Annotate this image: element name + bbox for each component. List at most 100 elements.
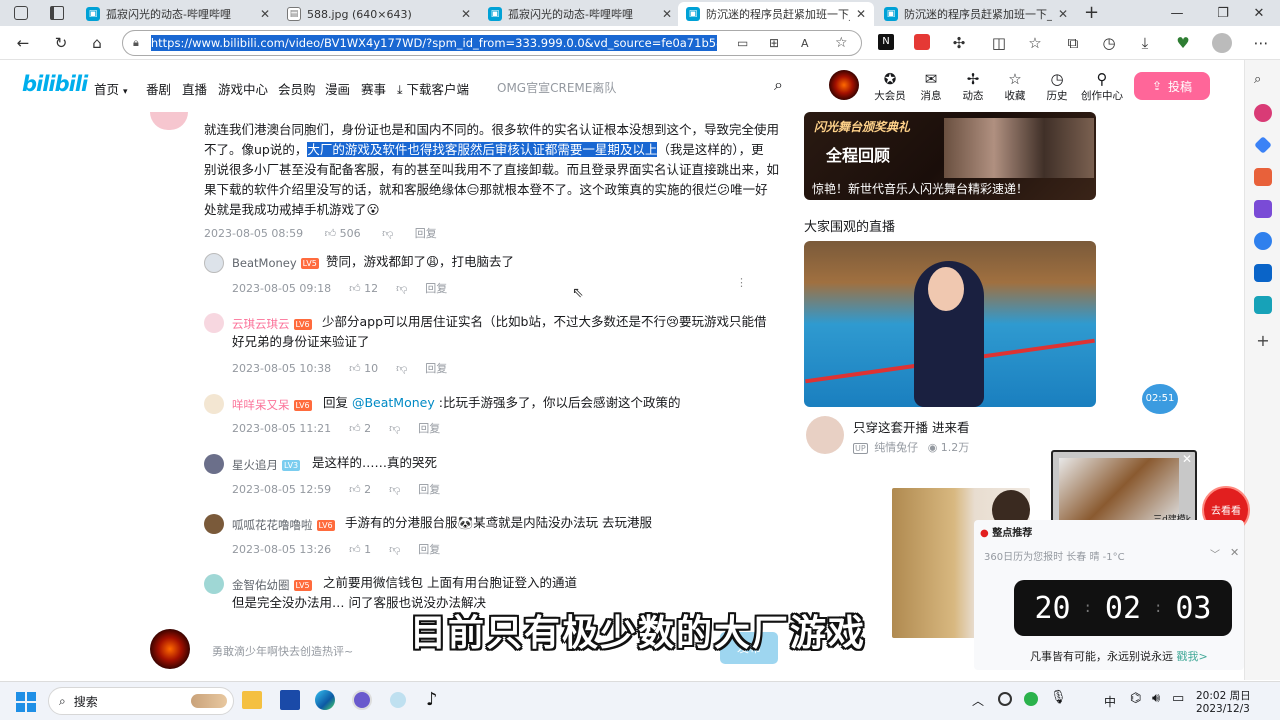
- reply-button[interactable]: 回复: [415, 227, 437, 240]
- browser-tab[interactable]: ▣ 孤寂闪光的动态-哔哩哔哩 ✕: [480, 2, 680, 26]
- nav-manga[interactable]: 漫画: [325, 79, 350, 98]
- reader-icon[interactable]: ▭: [737, 36, 748, 50]
- minimize-icon[interactable]: —: [1154, 0, 1200, 26]
- streamer-avatar[interactable]: [806, 416, 844, 454]
- close-window-icon[interactable]: ✕: [1236, 0, 1280, 26]
- network-icon[interactable]: ⌬: [1130, 691, 1141, 706]
- messages-entry[interactable]: ✉ 消息: [911, 70, 951, 103]
- my-avatar[interactable]: [150, 629, 190, 669]
- back-icon[interactable]: ←: [12, 33, 34, 53]
- m365-icon[interactable]: [1254, 232, 1272, 250]
- app-icon[interactable]: ⊞: [769, 36, 779, 50]
- bilibili-logo[interactable]: bilibili: [22, 72, 88, 96]
- refresh-icon[interactable]: ↻: [50, 33, 72, 53]
- dislike-icon[interactable]: 👎︎: [389, 543, 400, 556]
- file-explorer-icon[interactable]: [242, 691, 262, 709]
- dislike-icon[interactable]: 👎︎: [389, 483, 400, 496]
- read-aloud-icon[interactable]: A: [801, 37, 809, 50]
- app-icon[interactable]: [352, 690, 372, 710]
- reply-button[interactable]: 回复: [418, 543, 440, 556]
- tray-icon[interactable]: 🎙︎: [1050, 690, 1067, 705]
- edge-icon[interactable]: [315, 690, 335, 710]
- tag-icon[interactable]: [1254, 136, 1272, 154]
- extensions-icon[interactable]: ✣: [948, 33, 970, 53]
- add-sidebar-icon[interactable]: +: [1254, 332, 1272, 350]
- app-icon[interactable]: [280, 690, 300, 710]
- close-tab-icon[interactable]: ✕: [1058, 7, 1068, 21]
- reply-button[interactable]: 回复: [418, 422, 440, 435]
- lock-icon[interactable]: 🔒︎: [133, 36, 139, 50]
- nav-download[interactable]: ⤓ 下载客户端: [397, 79, 469, 98]
- nav-anime[interactable]: 番剧: [146, 79, 171, 98]
- tray-chevron-icon[interactable]: ︿: [972, 692, 984, 709]
- workspaces-icon[interactable]: [14, 6, 28, 20]
- avatar[interactable]: [204, 454, 224, 474]
- mention-link[interactable]: @BeatMoney: [352, 395, 435, 410]
- avatar[interactable]: [204, 253, 224, 273]
- favorites-entry[interactable]: ☆ 收藏: [995, 70, 1035, 103]
- slogan-link[interactable]: 戳我>: [1177, 650, 1208, 663]
- nav-home[interactable]: 首页 ▾: [94, 79, 128, 98]
- copilot-icon[interactable]: [1254, 104, 1272, 122]
- nav-game-center[interactable]: 游戏中心: [218, 79, 268, 98]
- close-popup-icon[interactable]: ✕: [1182, 452, 1192, 466]
- avatar[interactable]: [204, 394, 224, 414]
- search-icon[interactable]: ⌕: [1254, 72, 1272, 90]
- dislike-icon[interactable]: 👎︎: [396, 282, 407, 295]
- favorites-icon[interactable]: ☆: [1024, 33, 1046, 53]
- taskbar-search[interactable]: ⌕ 搜索: [48, 687, 234, 715]
- shopping-icon[interactable]: [1254, 296, 1272, 314]
- mini-video-popup[interactable]: ✕ 三d建模k: [1051, 450, 1197, 530]
- clock-time[interactable]: 20:02 周日: [1196, 688, 1251, 703]
- close-notification-icon[interactable]: ✕: [1230, 546, 1239, 559]
- reply-username[interactable]: 星火追月 LV3: [232, 457, 301, 473]
- browser-tab[interactable]: ▣ 孤寂闪光的动态-哔哩哔哩 ✕: [78, 2, 278, 26]
- volume-icon[interactable]: 🔊︎: [1152, 691, 1160, 706]
- nav-live[interactable]: 直播: [182, 79, 207, 98]
- performance-icon[interactable]: ♥: [1172, 33, 1194, 53]
- battery-icon[interactable]: ▭: [1172, 691, 1184, 706]
- tray-icon[interactable]: [1024, 692, 1038, 706]
- url-text[interactable]: https://www.bilibili.com/video/BV1WX4y17…: [150, 35, 717, 51]
- browser-tab[interactable]: ▤ 588.jpg (640×643) ✕: [279, 2, 479, 26]
- games-icon[interactable]: [1254, 200, 1272, 218]
- timer-badge[interactable]: 02:51: [1142, 384, 1178, 414]
- live-thumbnail[interactable]: [804, 241, 1096, 407]
- windows-start-icon[interactable]: [16, 692, 36, 712]
- history-entry[interactable]: ◷ 历史: [1037, 70, 1077, 103]
- split-screen-icon[interactable]: ◫: [988, 33, 1010, 53]
- extension-red-icon[interactable]: [914, 34, 930, 50]
- app-icon[interactable]: [390, 692, 406, 708]
- dislike-icon[interactable]: 👎︎: [382, 227, 393, 240]
- outlook-icon[interactable]: [1254, 264, 1272, 282]
- vip-entry[interactable]: ✪ 大会员: [870, 70, 910, 103]
- more-options-icon[interactable]: ⋮: [736, 276, 747, 289]
- search-input[interactable]: OMG官宣CREME离队: [497, 79, 616, 96]
- ime-indicator[interactable]: 中: [1104, 693, 1116, 710]
- avatar[interactable]: [204, 574, 224, 594]
- home-icon[interactable]: ⌂: [86, 33, 108, 53]
- reply-button[interactable]: 回复: [425, 362, 447, 375]
- reply-username[interactable]: 咩咩呆又呆 LV6: [232, 397, 312, 413]
- live-title[interactable]: 只穿这套开播 进来看: [853, 417, 969, 436]
- comment-input[interactable]: 勇敢滴少年啊快去创造热评~: [212, 643, 353, 659]
- upload-button[interactable]: ⇪ 投稿: [1134, 72, 1210, 100]
- extension-n-icon[interactable]: N: [878, 34, 894, 50]
- banner-card[interactable]: 闪光舞台颁奖典礼 全程回顾 惊艳！新世代音乐人闪光舞台精彩速递！: [804, 112, 1096, 200]
- tiktok-icon[interactable]: ♪: [426, 689, 438, 710]
- like-button[interactable]: 👍︎ 10: [349, 362, 378, 375]
- nav-shop[interactable]: 会员购: [278, 79, 316, 98]
- like-button[interactable]: 👍︎ 12: [349, 282, 378, 295]
- avatar[interactable]: [150, 112, 188, 130]
- address-bar[interactable]: 🔒︎ https://www.bilibili.com/video/BV1WX4…: [122, 30, 862, 56]
- close-tab-icon[interactable]: ✕: [662, 7, 672, 21]
- collapse-icon[interactable]: ﹀: [1210, 546, 1220, 561]
- avatar[interactable]: [204, 514, 224, 534]
- toolbox-icon[interactable]: [1254, 168, 1272, 186]
- more-menu-icon[interactable]: ⋯: [1250, 33, 1272, 53]
- avatar[interactable]: [204, 313, 224, 333]
- like-button[interactable]: 👍︎ 506: [325, 227, 361, 240]
- close-tab-icon[interactable]: ✕: [260, 7, 270, 21]
- reply-button[interactable]: 回复: [425, 282, 447, 295]
- like-button[interactable]: 👍︎ 2: [349, 483, 371, 496]
